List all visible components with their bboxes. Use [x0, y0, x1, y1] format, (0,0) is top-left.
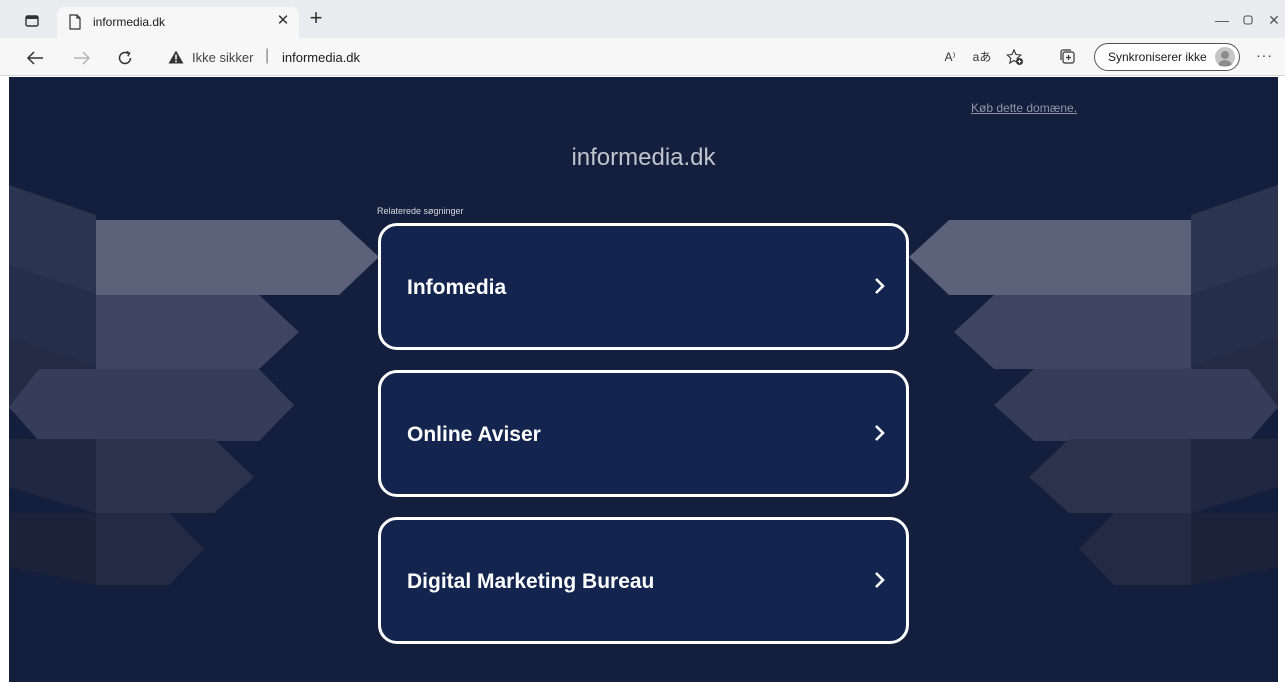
tab-actions-icon	[25, 15, 39, 27]
tab-title: informedia.dk	[93, 15, 166, 29]
related-search-label: Online Aviser	[407, 423, 541, 446]
page-content: Køb dette domæne. informedia.dk Relatere…	[9, 77, 1278, 682]
browser-tab[interactable]: informedia.dk ✕	[57, 7, 299, 38]
related-search-infomedia[interactable]: Infomedia	[378, 223, 909, 350]
restore-button[interactable]	[1238, 10, 1258, 30]
related-search-label: Infomedia	[407, 276, 507, 299]
back-button[interactable]	[24, 47, 46, 69]
back-arrow-icon	[26, 51, 43, 65]
new-tab-button[interactable]: +	[306, 7, 326, 29]
refresh-button[interactable]	[114, 47, 136, 69]
sync-profile-button[interactable]: Synkroniserer ikke	[1094, 43, 1240, 71]
chevron-right-icon	[875, 278, 885, 294]
warning-icon[interactable]	[168, 50, 184, 64]
forward-arrow-icon	[74, 51, 91, 65]
buy-domain-link[interactable]: Køb dette domæne.	[971, 101, 1077, 115]
address-bar[interactable]: Ikke sikker | informedia.dk	[154, 43, 934, 71]
forward-button[interactable]	[71, 47, 93, 69]
tab-close-icon[interactable]: ✕	[275, 13, 291, 29]
browser-toolbar: Ikke sikker | informedia.dk A⁾ aあ Synkro…	[0, 38, 1285, 76]
page-icon	[69, 14, 81, 30]
minimize-button[interactable]: —	[1212, 10, 1232, 30]
vertical-scrollbar[interactable]	[1278, 77, 1285, 682]
related-searches-label: Relaterede søgninger	[377, 206, 464, 216]
related-search-label: Digital Marketing Bureau	[407, 570, 655, 593]
tab-actions-button[interactable]	[21, 11, 43, 31]
related-search-digital-marketing-bureau[interactable]: Digital Marketing Bureau	[378, 517, 909, 644]
translate-icon[interactable]: aあ	[971, 47, 993, 67]
add-favorite-icon[interactable]	[1005, 47, 1025, 67]
chevron-right-icon	[875, 572, 885, 588]
close-window-button[interactable]: ✕	[1264, 10, 1284, 30]
more-options-icon[interactable]: ···	[1256, 47, 1273, 63]
read-aloud-icon[interactable]: A⁾	[941, 47, 959, 67]
sync-status-label: Synkroniserer ikke	[1108, 50, 1207, 64]
security-status[interactable]: Ikke sikker	[192, 50, 253, 65]
avatar	[1215, 47, 1235, 67]
related-search-online-aviser[interactable]: Online Aviser	[378, 370, 909, 497]
site-title: informedia.dk	[571, 144, 716, 171]
url-text[interactable]: informedia.dk	[282, 50, 360, 65]
address-separator: |	[265, 47, 270, 64]
refresh-icon	[118, 50, 132, 65]
restore-icon	[1243, 15, 1253, 25]
tab-strip: informedia.dk ✕ + — ✕	[0, 0, 1285, 38]
collections-icon[interactable]	[1058, 47, 1078, 67]
chevron-right-icon	[875, 425, 885, 441]
